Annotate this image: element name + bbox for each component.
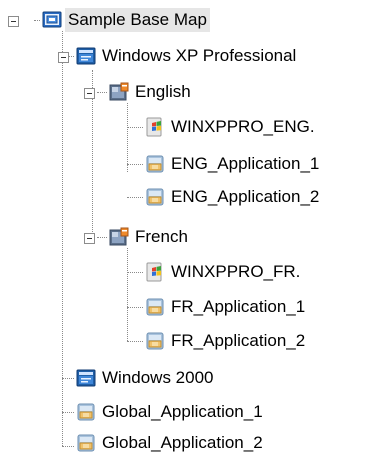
tree-connector: [127, 248, 128, 341]
collapse-windows-xp-button[interactable]: [58, 52, 69, 63]
application-package-icon: [145, 154, 165, 174]
tree-connector: [127, 164, 143, 165]
tree-connector: [127, 341, 143, 342]
tree-node-label: Windows XP Professional: [102, 46, 297, 65]
tree-connector: [127, 197, 143, 198]
tree-node-winxppro-fr[interactable]: WINXPPRO_FR.: [145, 258, 303, 286]
tree-node-eng-application-1[interactable]: ENG_Application_1: [145, 150, 322, 178]
application-package-icon: [145, 297, 165, 317]
tree-node-french[interactable]: French: [109, 223, 191, 251]
tree-node-windows-2000[interactable]: Windows 2000: [76, 364, 217, 392]
tree-node-label: WINXPPRO_FR.: [171, 262, 301, 281]
tree-node-winxppro-eng[interactable]: WINXPPRO_ENG.: [145, 113, 318, 141]
collapse-french-button[interactable]: [84, 233, 95, 244]
tree-node-fr-application-1[interactable]: FR_Application_1: [145, 293, 308, 321]
tree-node-global-application-1[interactable]: Global_Application_1: [76, 398, 266, 426]
locale-folder-icon: [109, 82, 129, 102]
tree-connector: [62, 31, 63, 446]
tree-node-english[interactable]: English: [109, 78, 194, 106]
tree-node-eng-application-2[interactable]: ENG_Application_2: [145, 183, 322, 211]
application-package-icon: [145, 331, 165, 351]
windows-flag-icon: [145, 117, 165, 137]
base-map-icon: [42, 10, 62, 30]
tree-connector: [127, 272, 143, 273]
application-package-icon: [145, 187, 165, 207]
tree-connector: [97, 237, 107, 238]
tree-node-label: FR_Application_1: [171, 297, 306, 316]
tree-connector: [34, 20, 40, 21]
tree-node-windows-xp-professional[interactable]: Windows XP Professional: [76, 42, 299, 70]
operating-system-icon: [76, 46, 96, 66]
application-package-icon: [76, 402, 96, 422]
application-package-icon: [76, 433, 96, 453]
locale-folder-icon: [109, 227, 129, 247]
tree-node-global-application-2[interactable]: Global_Application_2: [76, 429, 266, 457]
tree-node-label: Global_Application_1: [102, 402, 263, 421]
tree-node-label: French: [135, 227, 188, 246]
tree-node-sample-base-map[interactable]: Sample Base Map: [42, 6, 210, 34]
tree-connector: [62, 412, 74, 413]
tree-node-label: Windows 2000: [102, 368, 214, 387]
tree-node-label: English: [135, 82, 191, 101]
tree-node-label: Global_Application_2: [102, 433, 263, 452]
tree-connector: [127, 103, 128, 172]
operating-system-icon: [76, 368, 96, 388]
tree-node-label: ENG_Application_1: [171, 154, 320, 173]
tree-connector: [62, 378, 74, 379]
tree-connector: [127, 307, 143, 308]
windows-flag-icon: [145, 262, 165, 282]
tree-node-label: Sample Base Map: [65, 8, 210, 32]
tree-connector: [127, 127, 143, 128]
tree-node-fr-application-2[interactable]: FR_Application_2: [145, 327, 308, 355]
tree-node-label: ENG_Application_2: [171, 187, 320, 206]
tree-node-label: WINXPPRO_ENG.: [171, 117, 315, 136]
collapse-root-button[interactable]: [8, 16, 19, 27]
tree-connector: [97, 92, 107, 93]
tree-connector: [62, 446, 74, 447]
base-map-tree: Sample Base Map Windows XP Professional …: [0, 0, 365, 457]
collapse-english-button[interactable]: [84, 88, 95, 99]
tree-node-label: FR_Application_2: [171, 331, 306, 350]
